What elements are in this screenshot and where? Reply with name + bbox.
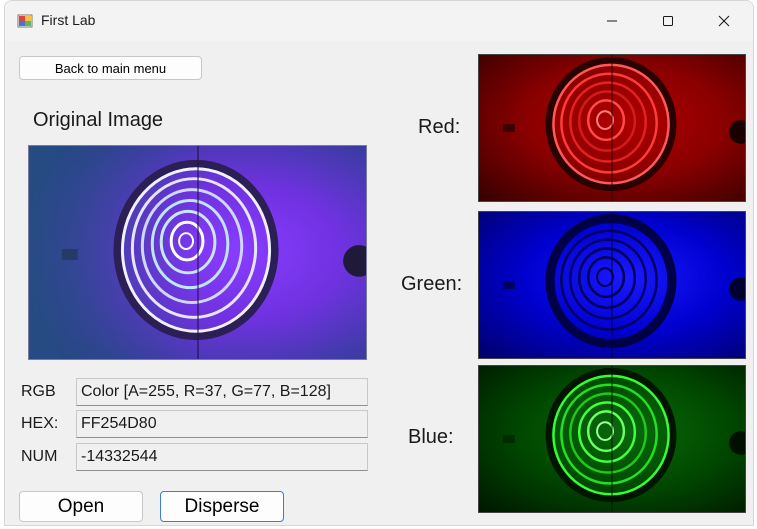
main-window: First Lab Back to main menu Original Ima… bbox=[4, 0, 754, 526]
red-channel-image bbox=[478, 54, 746, 202]
close-button[interactable] bbox=[701, 1, 747, 41]
blue-channel-image bbox=[478, 365, 746, 513]
maximize-button[interactable] bbox=[645, 1, 691, 41]
app-icon bbox=[17, 13, 33, 29]
title-bar[interactable]: First Lab bbox=[5, 1, 753, 41]
original-image-label: Original Image bbox=[33, 109, 164, 131]
minimize-button[interactable] bbox=[589, 1, 635, 41]
red-channel-label: Red: bbox=[418, 116, 461, 138]
blue-channel-label: Blue: bbox=[408, 426, 454, 448]
window-title: First Lab bbox=[41, 12, 96, 28]
rgb-label: RGB bbox=[21, 383, 56, 400]
hex-field[interactable]: FF254D80 bbox=[76, 410, 368, 438]
green-channel-image bbox=[478, 211, 746, 359]
open-button[interactable]: Open bbox=[19, 491, 143, 522]
num-field[interactable]: -14332544 bbox=[76, 443, 368, 471]
disperse-button[interactable]: Disperse bbox=[160, 491, 284, 522]
maximize-icon bbox=[663, 16, 673, 26]
green-channel-label: Green: bbox=[401, 273, 463, 295]
hex-label: HEX: bbox=[21, 415, 59, 432]
form-content: Back to main menu Original Image Red: Gr… bbox=[5, 41, 753, 525]
back-to-main-menu-button[interactable]: Back to main menu bbox=[19, 56, 202, 80]
original-image bbox=[28, 145, 367, 360]
rgb-field[interactable]: Color [A=255, R=37, G=77, B=128] bbox=[76, 378, 368, 406]
minimize-icon bbox=[607, 20, 617, 22]
num-label: NUM bbox=[21, 448, 58, 465]
close-icon bbox=[718, 15, 730, 27]
